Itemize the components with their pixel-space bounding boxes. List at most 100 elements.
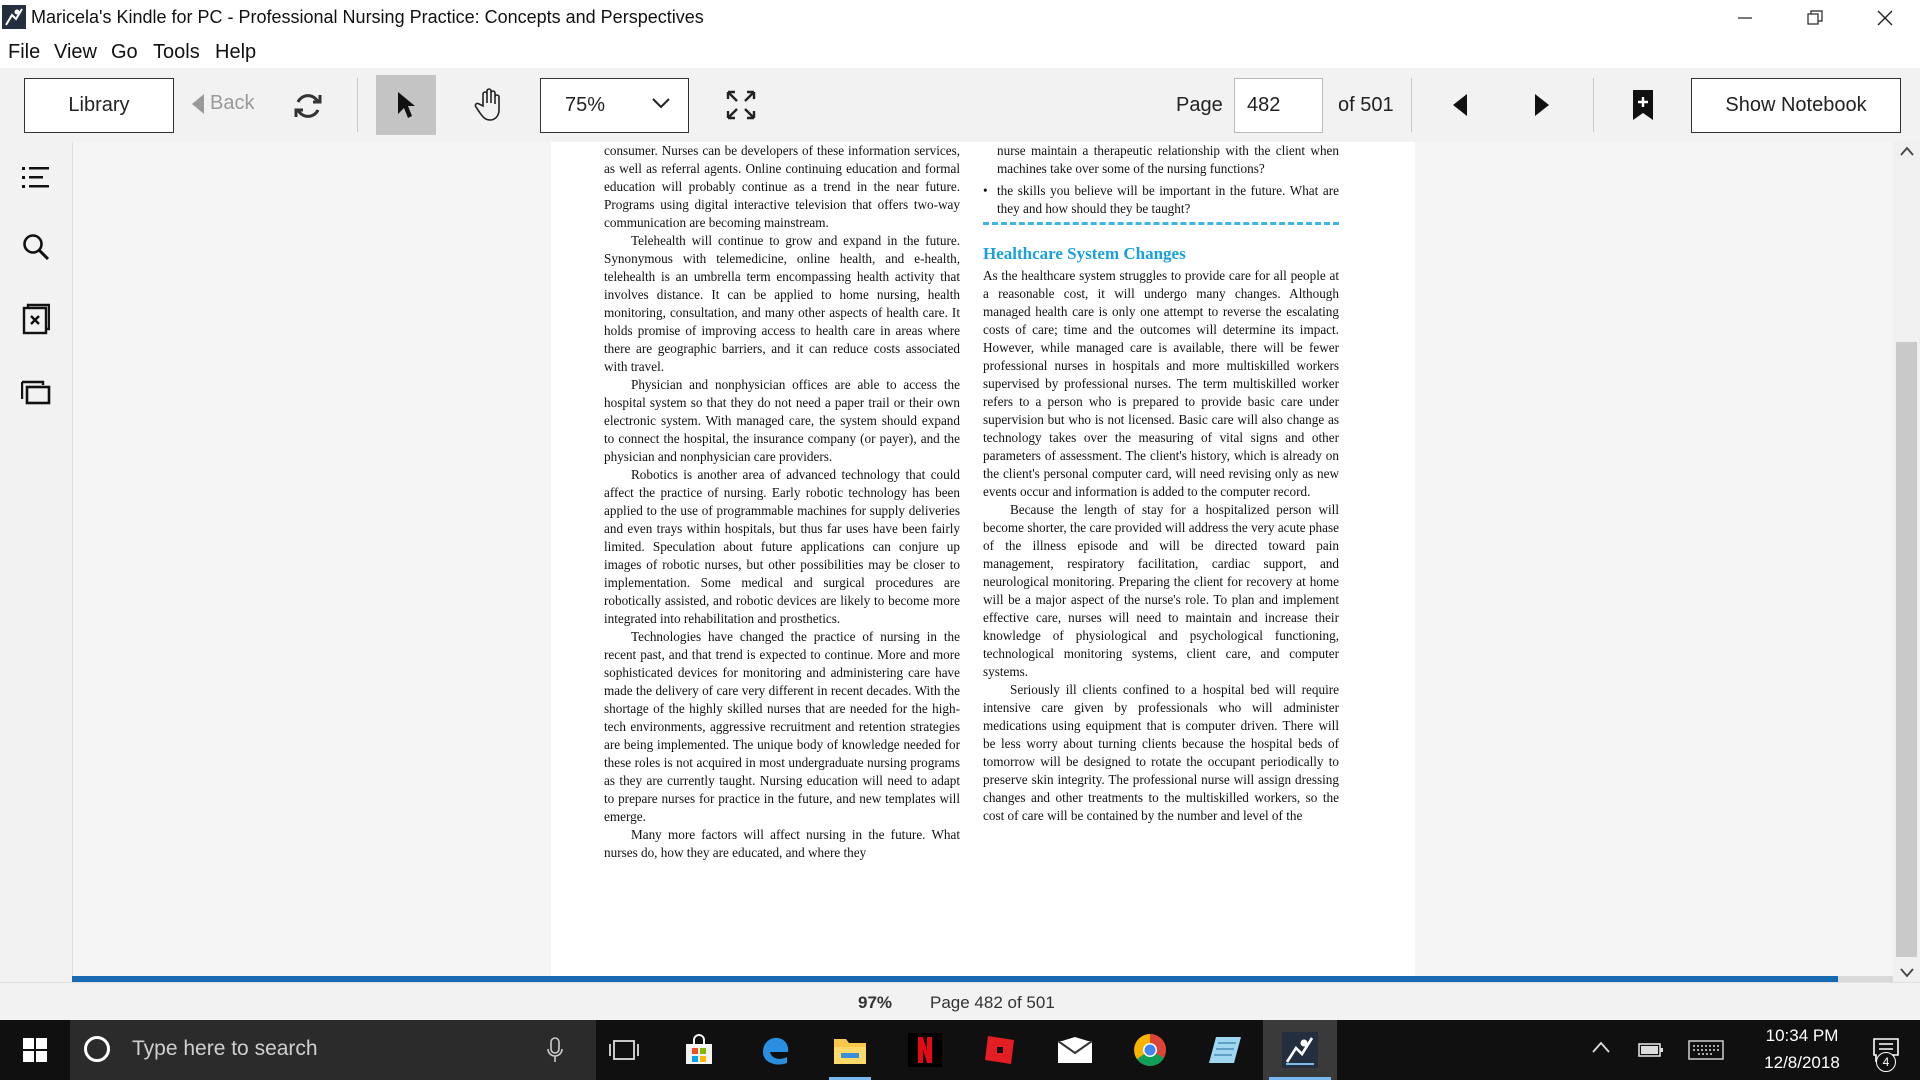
taskbar-kindle[interactable] <box>1263 1020 1337 1080</box>
notification-count-badge: 4 <box>1876 1052 1896 1072</box>
paragraph: Physician and nonphysician offices are a… <box>604 377 960 464</box>
select-tool-button[interactable] <box>376 75 436 135</box>
kindle-app-icon <box>2 5 26 29</box>
book-page[interactable]: consumer. Nurses can be developers of th… <box>551 142 1415 976</box>
taskbar-red-app[interactable] <box>963 1020 1037 1080</box>
bullet-text: the skills you believe will be important… <box>997 183 1339 216</box>
right-text-column: nurse maintain a therapeutic relationshi… <box>983 142 1339 825</box>
section-heading: Healthcare System Changes <box>983 244 1186 263</box>
table-of-contents-button[interactable] <box>20 161 52 193</box>
vertical-scrollbar[interactable] <box>1893 142 1920 982</box>
show-notebook-button[interactable]: Show Notebook <box>1691 78 1901 133</box>
store-icon <box>686 1034 712 1064</box>
left-rail <box>0 142 73 982</box>
search-button[interactable] <box>20 231 52 263</box>
scroll-up-icon[interactable] <box>1900 146 1914 156</box>
windows-taskbar: Type here to search 10:34 PM 12/8/2018 4 <box>0 1020 1920 1080</box>
mail-icon <box>1057 1037 1093 1063</box>
task-view-button[interactable] <box>587 1020 661 1080</box>
clock-time[interactable]: 10:34 PM <box>1752 1026 1852 1046</box>
battery-icon[interactable] <box>1638 1042 1664 1058</box>
task-view-icon <box>609 1040 639 1060</box>
pointer-icon <box>398 92 415 118</box>
paragraph: consumer. Nurses can be developers of th… <box>604 143 960 230</box>
touch-keyboard-icon[interactable] <box>1688 1040 1724 1060</box>
netflix-icon <box>908 1033 942 1067</box>
taskbar-edge[interactable] <box>738 1020 812 1080</box>
back-arrow-icon <box>192 93 204 114</box>
search-icon <box>23 234 50 261</box>
paragraph: Because the length of stay for a hospita… <box>983 502 1339 679</box>
sync-icon <box>294 94 322 118</box>
toolbar-separator <box>1593 78 1594 132</box>
menu-tools[interactable]: Tools <box>153 41 200 64</box>
page-number-input[interactable]: 482 <box>1234 78 1323 133</box>
next-page-button[interactable] <box>1527 90 1557 120</box>
chrome-icon <box>1134 1034 1166 1066</box>
bookmark-icon <box>1633 90 1653 120</box>
taskbar-chrome[interactable] <box>1113 1020 1187 1080</box>
chevron-up-icon[interactable] <box>1592 1040 1610 1054</box>
notepad-icon <box>1209 1037 1241 1063</box>
hand-tool-button[interactable] <box>470 85 510 125</box>
close-button[interactable] <box>1850 0 1920 36</box>
progress-percent: 97% <box>858 993 893 1012</box>
scroll-down-icon[interactable] <box>1900 968 1914 978</box>
flashcards-button[interactable] <box>20 303 52 335</box>
minimize-button[interactable] <box>1710 0 1780 36</box>
toolbar: Library Back 75% Page 482 of 501 Show No… <box>0 68 1920 143</box>
page-label: Page <box>1176 94 1223 116</box>
paragraph: As the healthcare system struggles to pr… <box>983 268 1339 499</box>
paragraph: nurse maintain a therapeutic relationshi… <box>997 143 1339 176</box>
toolbar-separator <box>1411 78 1412 132</box>
menu-go[interactable]: Go <box>111 41 138 64</box>
page-total: of 501 <box>1338 94 1394 116</box>
scrollbar-thumb[interactable] <box>1896 342 1917 957</box>
menu-help[interactable]: Help <box>215 41 256 64</box>
edge-icon <box>763 1037 789 1065</box>
taskbar-mail[interactable] <box>1038 1020 1112 1080</box>
triangle-right-icon <box>1535 94 1549 116</box>
bullet-marker: • <box>983 183 988 198</box>
page-location: Page 482 of 501 <box>930 993 1055 1012</box>
window-title: Maricela's Kindle for PC - Professional … <box>31 7 704 27</box>
sync-button[interactable] <box>290 88 326 124</box>
previous-page-button[interactable] <box>1445 90 1475 120</box>
kindle-icon <box>1282 1032 1318 1068</box>
windows-logo-icon <box>23 1038 47 1062</box>
start-button[interactable] <box>0 1020 70 1080</box>
microphone-icon[interactable] <box>547 1037 563 1063</box>
menu-file[interactable]: File <box>8 41 40 64</box>
toolbar-separator <box>357 78 358 132</box>
restore-button[interactable] <box>1780 0 1850 36</box>
fullscreen-button[interactable] <box>721 85 761 125</box>
menu-view[interactable]: View <box>54 41 97 64</box>
notebook-panel-button[interactable] <box>20 376 52 408</box>
taskbar-store[interactable] <box>662 1020 736 1080</box>
title-bar: Maricela's Kindle for PC - Professional … <box>0 0 1920 36</box>
triangle-left-icon <box>1453 94 1467 116</box>
library-button[interactable]: Library <box>24 78 174 133</box>
zoom-value: 75% <box>565 94 606 116</box>
taskbar-notepad[interactable] <box>1188 1020 1262 1080</box>
paragraph: Robotics is another area of advanced tec… <box>604 467 960 626</box>
flashcards-icon <box>22 303 50 335</box>
status-bar: 97% Page 482 of 501 <box>0 982 1920 1021</box>
table-of-contents-icon <box>22 167 49 188</box>
back-button[interactable]: Back <box>190 92 254 115</box>
section-divider <box>983 222 1339 225</box>
taskbar-search-box[interactable]: Type here to search <box>70 1020 596 1080</box>
taskbar-file-explorer[interactable] <box>813 1020 887 1080</box>
clock-date[interactable]: 12/8/2018 <box>1752 1053 1852 1073</box>
add-bookmark-button[interactable] <box>1626 86 1660 124</box>
search-placeholder: Type here to search <box>132 1037 318 1060</box>
left-text-column: consumer. Nurses can be developers of th… <box>604 142 960 862</box>
zoom-select[interactable]: 75% <box>540 78 689 133</box>
paragraph: Telehealth will continue to grow and exp… <box>604 233 960 374</box>
chevron-down-icon <box>652 98 670 109</box>
back-label: Back <box>210 92 255 114</box>
menu-bar: File View Go Tools Help <box>0 36 1920 68</box>
taskbar-netflix[interactable] <box>888 1020 962 1080</box>
window-stack-icon <box>21 380 51 405</box>
cortana-icon <box>84 1036 110 1062</box>
